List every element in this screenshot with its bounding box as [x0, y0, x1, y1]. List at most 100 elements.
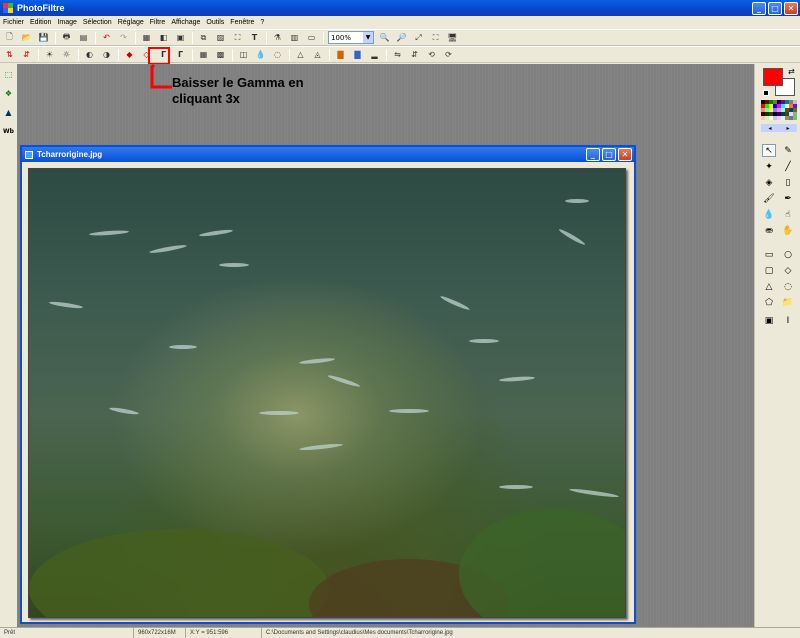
- chevron-down-icon[interactable]: ▼: [363, 32, 373, 43]
- close-button[interactable]: ✕: [784, 1, 798, 15]
- rectangle-select-icon[interactable]: ▭: [762, 248, 776, 261]
- menu-edition[interactable]: Edition: [30, 19, 51, 26]
- brightness-plus-icon[interactable]: ☀: [43, 48, 56, 61]
- select-all-icon[interactable]: ▣: [762, 314, 776, 327]
- monitor-icon[interactable]: 🖥: [446, 31, 459, 44]
- layer-icon[interactable]: ▥: [288, 31, 301, 44]
- menu-fenetre[interactable]: Fenêtre: [230, 19, 254, 26]
- image-canvas[interactable]: [28, 168, 626, 618]
- grid-icon[interactable]: ▦: [197, 48, 210, 61]
- menu-image[interactable]: Image: [57, 19, 76, 26]
- soften-icon[interactable]: ◬: [311, 48, 324, 61]
- mirror-icon[interactable]: ◫: [237, 48, 250, 61]
- fullscreen-icon[interactable]: ⛶: [429, 31, 442, 44]
- annotation-line-2: cliquant 3x: [172, 91, 240, 106]
- drop-icon[interactable]: 💧: [254, 48, 267, 61]
- copy-icon[interactable]: ⧉: [197, 31, 210, 44]
- polygon-select-icon[interactable]: ⬠: [762, 296, 776, 309]
- filter-icon[interactable]: ⚗: [271, 31, 284, 44]
- text-cursor-icon[interactable]: Ⅰ: [781, 314, 795, 327]
- rotate-left-icon[interactable]: ⟲: [425, 48, 438, 61]
- zoom-select[interactable]: 100% ▼: [328, 31, 374, 44]
- menu-outils[interactable]: Outils: [206, 19, 224, 26]
- lasso-select-icon[interactable]: ◌: [781, 280, 795, 293]
- doc-minimize-button[interactable]: _: [586, 148, 600, 161]
- flip-horizontal-icon[interactable]: ⇋: [391, 48, 404, 61]
- text-icon[interactable]: T: [248, 31, 261, 44]
- levels-icon[interactable]: ▲: [2, 106, 15, 119]
- redo-icon[interactable]: ↷: [117, 31, 130, 44]
- hue-icon[interactable]: ▇: [351, 48, 364, 61]
- doc-close-button[interactable]: ✕: [618, 148, 632, 161]
- smudge-tool-icon[interactable]: ☝: [781, 208, 795, 221]
- new-file-icon[interactable]: 🗋: [3, 31, 16, 44]
- spray-tool-icon[interactable]: ▯: [781, 176, 795, 189]
- menu-selection[interactable]: Sélection: [83, 19, 112, 26]
- menu-reglage[interactable]: Réglage: [118, 19, 144, 26]
- rounded-rect-select-icon[interactable]: ▢: [762, 264, 776, 277]
- palette-prev-icon[interactable]: ◂: [768, 125, 771, 132]
- line-tool-icon[interactable]: ╱: [781, 160, 795, 173]
- magic-wand-tool-icon[interactable]: ✦: [762, 160, 776, 173]
- rotate-right-icon[interactable]: ⟳: [442, 48, 455, 61]
- sharpen-icon[interactable]: △: [294, 48, 307, 61]
- gamma-plus-icon[interactable]: Γ: [174, 48, 187, 61]
- selection-tool-icon[interactable]: ⬚: [2, 68, 15, 81]
- foreground-color-swatch[interactable]: [763, 68, 783, 86]
- scanner-icon[interactable]: ▤: [77, 31, 90, 44]
- pointer-tool-icon[interactable]: ↖: [762, 144, 776, 157]
- diamond-select-icon[interactable]: ◇: [781, 264, 795, 277]
- open-folder-icon[interactable]: 📂: [20, 31, 33, 44]
- contrast-plus-icon[interactable]: ◐: [83, 48, 96, 61]
- palette-nav[interactable]: ◂ ▸: [761, 124, 797, 132]
- white-balance-button[interactable]: Wb: [2, 125, 15, 138]
- zoom-in-icon[interactable]: 🔍: [378, 31, 391, 44]
- triangle-select-icon[interactable]: △: [762, 280, 776, 293]
- ellipse-select-icon[interactable]: ○: [781, 248, 795, 261]
- blur-tool-icon[interactable]: 💧: [762, 208, 776, 221]
- window-icon[interactable]: ▭: [305, 31, 318, 44]
- blur-icon[interactable]: ◌: [271, 48, 284, 61]
- zoom-out-icon[interactable]: 🔎: [395, 31, 408, 44]
- brightness-minus-icon[interactable]: ☼: [60, 48, 73, 61]
- brush-tool-icon[interactable]: 🖌: [762, 192, 776, 205]
- clone-stamp-tool-icon[interactable]: ⛂: [762, 224, 776, 237]
- reset-colors-icon[interactable]: [763, 90, 769, 96]
- flip-vertical-icon[interactable]: ⇵: [408, 48, 421, 61]
- toolbar-separator: [192, 48, 193, 61]
- color-palette[interactable]: [761, 100, 797, 122]
- minimize-button[interactable]: _: [752, 1, 766, 15]
- palette-next-icon[interactable]: ▸: [786, 125, 789, 132]
- invert-icon[interactable]: ◧: [157, 31, 170, 44]
- hand-tool-icon[interactable]: ✋: [781, 224, 795, 237]
- paste-icon[interactable]: ▨: [214, 31, 227, 44]
- open-file-icon[interactable]: 📁: [781, 296, 795, 309]
- maximize-button[interactable]: □: [768, 1, 782, 15]
- stamp-icon[interactable]: ▩: [214, 48, 227, 61]
- crop-icon[interactable]: ⛶: [231, 31, 244, 44]
- auto-level-icon[interactable]: ⇅: [3, 48, 16, 61]
- menu-help[interactable]: ?: [260, 19, 264, 26]
- advanced-brush-tool-icon[interactable]: ✒: [781, 192, 795, 205]
- image-icon[interactable]: ▣: [174, 31, 187, 44]
- fill-tool-icon[interactable]: ◈: [762, 176, 776, 189]
- fit-window-icon[interactable]: ⤢: [412, 31, 425, 44]
- menu-affichage[interactable]: Affichage: [171, 19, 200, 26]
- saturation-plus-icon[interactable]: ◆: [123, 48, 136, 61]
- doc-maximize-button[interactable]: □: [602, 148, 616, 161]
- contrast-minus-icon[interactable]: ◑: [100, 48, 113, 61]
- menu-filtre[interactable]: Filtre: [150, 19, 166, 26]
- print-icon[interactable]: 🖶: [60, 31, 73, 44]
- status-bar: Prêt 960x722x16M X:Y = 951:596 C:\Docume…: [0, 627, 800, 638]
- color-balance-icon[interactable]: ▇: [334, 48, 347, 61]
- auto-adjust-icon[interactable]: ❖: [2, 87, 15, 100]
- eyedropper-tool-icon[interactable]: ✎: [781, 144, 795, 157]
- auto-contrast-icon[interactable]: ⇵: [20, 48, 33, 61]
- histogram-icon[interactable]: ▂: [368, 48, 381, 61]
- undo-icon[interactable]: ↶: [100, 31, 113, 44]
- grayscale-icon[interactable]: ▦: [140, 31, 153, 44]
- swap-colors-icon[interactable]: ⇄: [788, 67, 795, 76]
- menu-fichier[interactable]: Fichier: [3, 19, 24, 26]
- save-icon[interactable]: 💾: [37, 31, 50, 44]
- document-title-bar[interactable]: Tcharrorigine.jpg _ □ ✕: [22, 147, 634, 162]
